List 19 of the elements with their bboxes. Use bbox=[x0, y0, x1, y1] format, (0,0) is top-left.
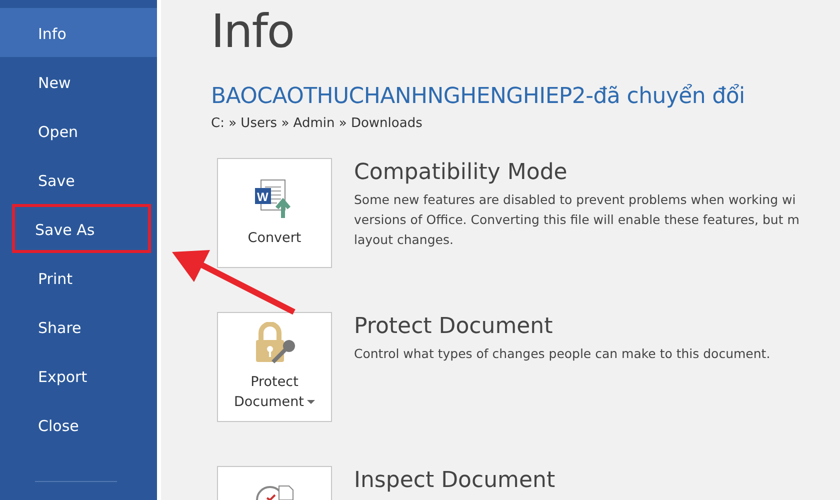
file-path: C: » Users » Admin » Downloads bbox=[211, 116, 424, 131]
sidebar-item[interactable]: Save As bbox=[12, 204, 151, 253]
section-button[interactable]: W Convert bbox=[217, 158, 332, 268]
sidebar-item[interactable]: Close bbox=[0, 400, 151, 449]
section-description: Some new features are disabled to prevent problems when working wi versions of Office. Converting this file will enable these features, but m layout changes. bbox=[354, 191, 800, 249]
section-title: Inspect Document bbox=[354, 468, 556, 494]
file-name: BAOCAOTHUCHANHNGHENGHIEP2-đã chuyển đổi bbox=[211, 83, 746, 111]
section-button[interactable]: Protect Document bbox=[217, 312, 332, 422]
sidebar-item[interactable]: Info bbox=[0, 8, 157, 57]
sidebar-item[interactable]: Export bbox=[0, 351, 151, 400]
section-title: Compatibility Mode bbox=[354, 160, 568, 186]
sidebar-item[interactable]: Print bbox=[0, 253, 151, 302]
section-description: Control what types of changes people can make to this document. bbox=[354, 345, 770, 363]
sidebar-item[interactable]: Share bbox=[0, 302, 151, 351]
sidebar-item[interactable]: New bbox=[0, 57, 151, 106]
page-title: Info bbox=[211, 4, 296, 58]
sidebar-item[interactable]: Save bbox=[0, 155, 151, 204]
sidebar-item[interactable]: Open bbox=[0, 106, 151, 155]
section-title: Protect Document bbox=[354, 314, 554, 340]
